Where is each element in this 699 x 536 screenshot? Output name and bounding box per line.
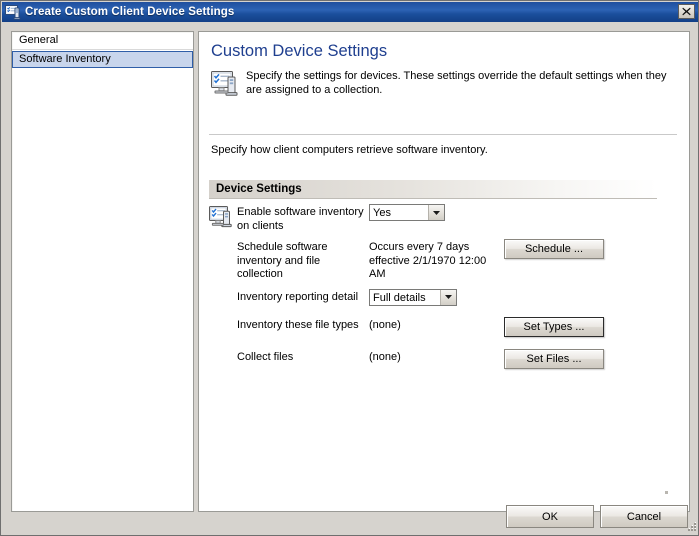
sidebar-item-general[interactable]: General xyxy=(12,32,193,50)
settings-rows: Enable software inventory on clients Yes… xyxy=(209,206,679,381)
chevron-down-icon xyxy=(428,205,444,220)
select-value: Yes xyxy=(370,205,428,220)
setting-row-inventory-reporting-detail: Inventory reporting detail Full details xyxy=(209,291,679,308)
sidebar-item-label: General xyxy=(19,34,58,46)
intro-text: Specify the settings for devices. These … xyxy=(246,70,676,97)
dialog-client-area: General Software Inventory Custom Device… xyxy=(2,22,699,536)
resize-grip-icon[interactable] xyxy=(685,522,697,534)
dialog-window: Create Custom Client Device Settings Gen… xyxy=(0,0,699,536)
close-icon xyxy=(682,7,691,16)
setting-row-enable-software-inventory: Enable software inventory on clients Yes xyxy=(209,206,679,233)
settings-content-panel: Custom Device Settings xyxy=(198,31,690,512)
render-artifact xyxy=(665,491,668,494)
divider-top xyxy=(209,134,677,135)
setting-row-inventory-file-types: Inventory these file types (none) Set Ty… xyxy=(209,319,679,339)
setting-label: Enable software inventory on clients xyxy=(209,206,369,233)
setting-label: Inventory reporting detail xyxy=(209,291,369,305)
setting-label: Inventory these file types xyxy=(209,319,369,333)
settings-category-list[interactable]: General Software Inventory xyxy=(11,31,194,512)
setting-label: Collect files xyxy=(209,351,369,365)
section-header-label: Device Settings xyxy=(216,183,302,195)
device-settings-icon xyxy=(5,5,21,20)
setting-value: (none) xyxy=(369,351,504,365)
setting-value: (none) xyxy=(369,319,504,333)
section-header-device-settings: Device Settings xyxy=(209,180,657,199)
sidebar-item-software-inventory[interactable]: Software Inventory xyxy=(12,51,193,68)
setting-action: Schedule ... xyxy=(504,241,624,261)
window-title: Create Custom Client Device Settings xyxy=(25,6,234,18)
setting-action: Set Files ... xyxy=(504,351,624,371)
sidebar-item-label: Software Inventory xyxy=(19,53,111,65)
inventory-reporting-detail-select[interactable]: Full details xyxy=(369,289,457,306)
setting-value: Occurs every 7 days effective 2/1/1970 1… xyxy=(369,241,504,282)
ok-button[interactable]: OK xyxy=(506,505,594,528)
device-settings-icon xyxy=(211,71,239,97)
setting-value: Full details xyxy=(369,291,504,308)
set-types-button[interactable]: Set Types ... xyxy=(504,317,604,337)
chevron-down-icon xyxy=(440,290,456,305)
set-files-button[interactable]: Set Files ... xyxy=(504,349,604,369)
close-button[interactable] xyxy=(678,4,695,19)
schedule-button[interactable]: Schedule ... xyxy=(504,239,604,259)
cancel-button[interactable]: Cancel xyxy=(600,505,688,528)
setting-value: Yes xyxy=(369,206,504,223)
intro-block: Specify the settings for devices. These … xyxy=(211,70,677,97)
setting-label: Schedule software inventory and file col… xyxy=(209,241,369,282)
enable-software-inventory-select[interactable]: Yes xyxy=(369,204,445,221)
select-value: Full details xyxy=(370,290,440,305)
device-settings-icon xyxy=(209,206,233,230)
specify-text: Specify how client computers retrieve so… xyxy=(211,144,488,156)
setting-row-schedule: Schedule software inventory and file col… xyxy=(209,241,679,282)
setting-row-collect-files: Collect files (none) Set Files ... xyxy=(209,351,679,371)
setting-action: Set Types ... xyxy=(504,319,624,339)
page-title: Custom Device Settings xyxy=(211,42,387,61)
title-bar: Create Custom Client Device Settings xyxy=(2,2,699,22)
